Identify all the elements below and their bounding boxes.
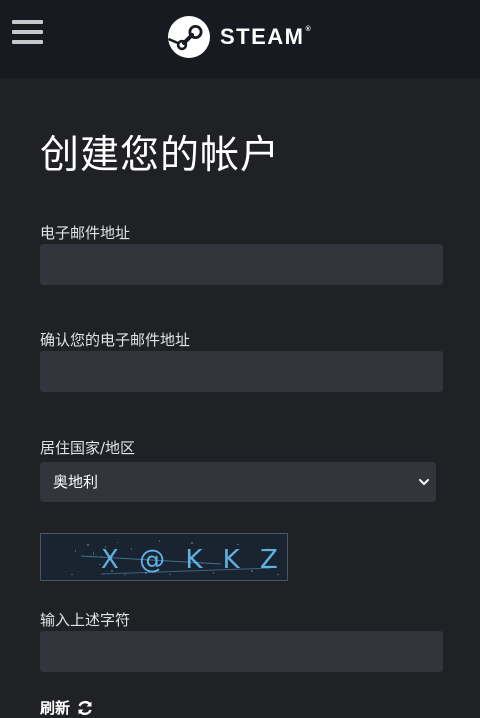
- confirm-email-field[interactable]: [40, 351, 443, 392]
- captcha-noise: X @ K K Z &: [71, 540, 288, 575]
- captcha-image: X @ K K Z &: [40, 533, 288, 581]
- brand-name: STEAM: [220, 24, 305, 49]
- refresh-icon: [78, 700, 92, 716]
- country-label: 居住国家/地区: [40, 439, 136, 457]
- hamburger-menu-icon[interactable]: [12, 20, 44, 46]
- page-title: 创建您的帐户: [40, 133, 281, 178]
- chevron-down-icon: [419, 479, 429, 485]
- steam-logo-icon: [168, 16, 210, 58]
- captcha-input-label: 输入上述字符: [40, 611, 131, 629]
- country-selected-value: 奥地利: [53, 473, 99, 491]
- email-field[interactable]: [40, 244, 443, 285]
- steam-logo[interactable]: STEAM®: [167, 15, 312, 59]
- registered-mark: ®: [305, 26, 313, 33]
- refresh-captcha-button[interactable]: 刷新: [40, 698, 95, 718]
- captcha-input[interactable]: [40, 631, 443, 672]
- top-bar: STEAM®: [0, 0, 480, 78]
- country-select[interactable]: 奥地利: [40, 462, 436, 502]
- captcha-glyphs: X @ K K Z &: [101, 545, 288, 575]
- confirm-email-label: 确认您的电子邮件地址: [40, 331, 191, 349]
- steam-wordmark: STEAM®: [220, 24, 312, 50]
- email-label: 电子邮件地址: [40, 224, 131, 242]
- refresh-label: 刷新: [40, 699, 71, 717]
